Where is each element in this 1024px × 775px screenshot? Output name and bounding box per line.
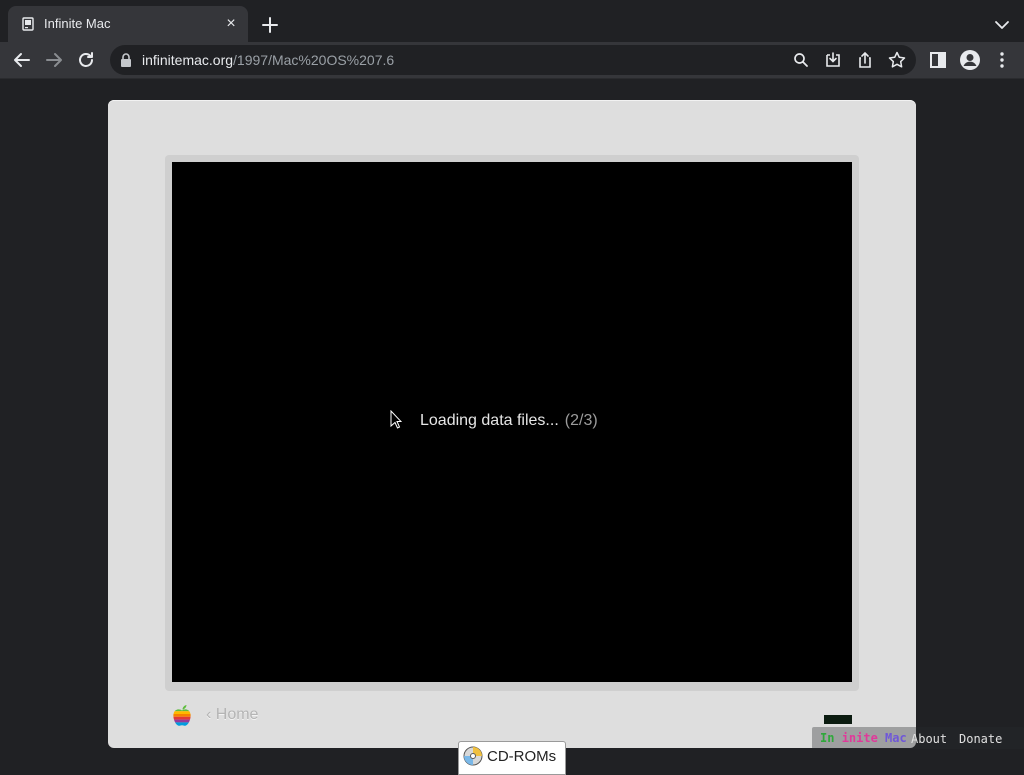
cd-roms-button[interactable]: CD-ROMs (458, 741, 566, 775)
brand-part-2: inite (841, 731, 878, 745)
loading-status: Loading data files... (2/3) (420, 412, 598, 430)
mac-favicon-icon (22, 17, 34, 31)
share-icon[interactable] (854, 49, 876, 71)
tab-close-icon[interactable]: × (222, 15, 240, 33)
mouse-pointer-icon (390, 409, 403, 430)
brand-part-3: Mac (885, 731, 907, 745)
donate-link[interactable]: Donate (959, 732, 1002, 746)
cd-roms-label: CD-ROMs (487, 748, 557, 765)
forward-arrow-icon[interactable] (42, 48, 66, 72)
side-panel-icon[interactable] (926, 48, 950, 72)
cd-disc-icon (463, 746, 483, 766)
apple-rainbow-logo-icon (172, 703, 192, 727)
reload-icon[interactable] (74, 48, 98, 72)
emulator-screen[interactable]: Loading data files... (2/3) (172, 162, 852, 682)
url-host: infinitemac.org (142, 52, 234, 68)
tab-title: Infinite Mac (44, 16, 111, 31)
address-bar[interactable]: infinitemac.org/1997/Mac%20OS%207.6 (110, 45, 916, 75)
install-app-icon[interactable] (822, 49, 844, 71)
about-link[interactable]: About (911, 732, 947, 746)
site-footer: In inite Mac About Donate (812, 727, 1024, 749)
brand-part-1: In (820, 731, 835, 745)
url-path: /1997/Mac%20OS%207.6 (233, 52, 395, 68)
infinite-mac-brand[interactable]: In inite Mac (820, 731, 907, 745)
loading-text: Loading data files... (420, 412, 559, 429)
tab-search-chevron-icon[interactable] (990, 13, 1014, 37)
power-led (824, 715, 852, 724)
mac-monitor-bezel: Loading data files... (2/3) ‹ Home (108, 100, 916, 748)
search-icon[interactable] (790, 49, 812, 71)
page-viewport: Loading data files... (2/3) ‹ Home In in… (0, 79, 1024, 775)
profile-avatar-icon[interactable] (958, 48, 982, 72)
lock-icon[interactable] (120, 53, 132, 67)
home-link[interactable]: ‹ Home (206, 706, 258, 724)
screen-frame: Loading data files... (2/3) (165, 155, 859, 691)
browser-toolbar: infinitemac.org/1997/Mac%20OS%207.6 (0, 42, 1024, 79)
new-tab-button[interactable] (258, 13, 282, 37)
tab-strip: Infinite Mac × (0, 0, 1024, 42)
bookmark-star-icon[interactable] (886, 49, 908, 71)
loading-count: (2/3) (564, 412, 598, 429)
back-arrow-icon[interactable] (10, 48, 34, 72)
tab-infinite-mac[interactable]: Infinite Mac × (8, 6, 248, 42)
kebab-menu-icon[interactable] (990, 48, 1014, 72)
url-text[interactable]: infinitemac.org/1997/Mac%20OS%207.6 (142, 52, 394, 68)
